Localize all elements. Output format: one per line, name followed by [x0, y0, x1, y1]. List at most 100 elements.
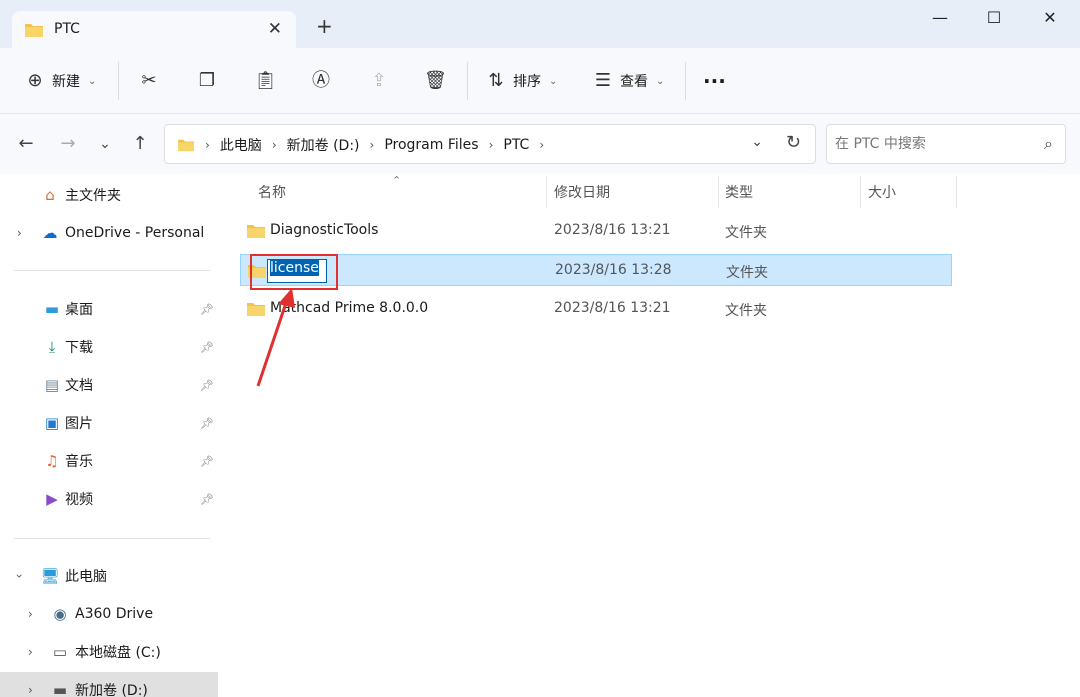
- chevron-right-icon: ›: [205, 138, 210, 152]
- file-type: 文件夹: [726, 265, 768, 281]
- sidebar-item-this-pc[interactable]: › 🖥︎ 此电脑: [0, 558, 218, 594]
- folder-icon: [246, 223, 266, 239]
- back-arrow-icon[interactable]: ←: [14, 132, 38, 156]
- sidebar-item-c-drive[interactable]: › ▭ 本地磁盘 (C:): [0, 634, 218, 670]
- tab-ptc[interactable]: PTC ✕: [12, 11, 296, 48]
- sidebar-item-label: A360 Drive: [75, 606, 154, 622]
- up-arrow-icon[interactable]: ↑: [128, 132, 152, 156]
- tab-title: PTC: [54, 21, 80, 37]
- pin-icon[interactable]: 📌︎: [200, 379, 214, 392]
- file-row[interactable]: DiagnosticTools 2023/8/16 13:21 文件夹: [240, 215, 952, 247]
- sidebar-divider: [14, 538, 210, 539]
- folder-icon: [24, 22, 44, 38]
- file-date: 2023/8/16 13:21: [554, 222, 671, 238]
- column-header-size[interactable]: 大小: [868, 182, 896, 212]
- view-button[interactable]: ☰ 查看 ⌄: [592, 66, 664, 96]
- sidebar-item-label: 文档: [65, 378, 93, 394]
- rename-input[interactable]: license: [267, 259, 327, 283]
- sidebar-item-label: 新加卷 (D:): [75, 683, 148, 697]
- sidebar-item-label: 桌面: [65, 302, 93, 318]
- chevron-right-icon[interactable]: ›: [272, 138, 277, 152]
- close-tab-icon[interactable]: ✕: [268, 19, 282, 39]
- sidebar-item-label: 主文件夹: [65, 188, 121, 204]
- maximize-button[interactable]: ☐: [974, 8, 1014, 30]
- file-type: 文件夹: [725, 303, 767, 319]
- breadcrumb-ptc[interactable]: PTC: [503, 137, 529, 153]
- title-bar: PTC ✕ + — ☐ ✕: [0, 0, 1080, 48]
- minimize-button[interactable]: —: [920, 8, 960, 30]
- column-header-date[interactable]: 修改日期: [554, 182, 610, 212]
- drive-icon: ▭: [52, 643, 68, 661]
- chevron-right-icon[interactable]: ›: [489, 138, 494, 152]
- chevron-right-icon[interactable]: ›: [370, 138, 375, 152]
- sidebar-item-label: 此电脑: [65, 569, 107, 585]
- pin-icon[interactable]: 📌︎: [200, 417, 214, 430]
- sidebar-item-documents[interactable]: ▤ 文档 📌︎: [0, 367, 218, 403]
- rename-button[interactable]: Ⓐ: [310, 66, 332, 96]
- paste-button[interactable]: 📋︎: [254, 66, 277, 96]
- view-icon: ☰: [594, 70, 612, 91]
- breadcrumb-d-drive[interactable]: 新加卷 (D:): [287, 135, 360, 155]
- toolbar-divider: [685, 62, 686, 100]
- file-list: 名称 ⌃ 修改日期 类型 大小 DiagnosticTools 2023/8/1…: [232, 174, 1080, 697]
- breadcrumb-program-files[interactable]: Program Files: [384, 137, 478, 153]
- download-icon: ⤓: [48, 338, 56, 356]
- file-date: 2023/8/16 13:21: [554, 300, 671, 316]
- delete-button[interactable]: 🗑︎: [424, 66, 447, 96]
- pictures-icon: ▣: [44, 414, 60, 432]
- file-row[interactable]: Mathcad Prime 8.0.0.0 2023/8/16 13:21 文件…: [240, 293, 952, 325]
- drive-icon: ▬: [52, 681, 68, 697]
- more-options-button[interactable]: ···: [703, 66, 726, 96]
- chevron-right-icon[interactable]: ›: [539, 138, 544, 152]
- sidebar-item-onedrive[interactable]: › ☁ OneDrive - Personal: [0, 215, 218, 251]
- column-header-name[interactable]: 名称: [258, 182, 286, 212]
- search-icon[interactable]: ⌕: [1044, 134, 1053, 154]
- copy-button[interactable]: ❐: [196, 66, 218, 96]
- cut-button[interactable]: ✂: [138, 66, 160, 96]
- chevron-right-icon[interactable]: ›: [28, 683, 33, 697]
- document-icon: ▤: [44, 376, 60, 394]
- sidebar-item-downloads[interactable]: ⤓ 下载 📌︎: [0, 329, 218, 365]
- chevron-right-icon[interactable]: ›: [17, 226, 22, 240]
- address-bar[interactable]: › 此电脑 › 新加卷 (D:) › Program Files › PTC ›…: [164, 124, 816, 164]
- home-icon: ⌂: [45, 186, 55, 204]
- sidebar-item-d-drive[interactable]: › ▬ 新加卷 (D:): [0, 672, 218, 697]
- breadcrumb-this-pc[interactable]: 此电脑: [220, 135, 262, 155]
- sidebar-item-videos[interactable]: ▶ 视频 📌︎: [0, 481, 218, 517]
- column-divider[interactable]: [546, 176, 547, 208]
- chevron-right-icon[interactable]: ›: [28, 607, 33, 621]
- recent-locations-chevron-icon[interactable]: ⌄: [93, 132, 117, 156]
- chevron-down-icon[interactable]: ›: [12, 574, 26, 579]
- sidebar-item-desktop[interactable]: ▬ 桌面 📌︎: [0, 291, 218, 327]
- column-divider[interactable]: [860, 176, 861, 208]
- forward-arrow-icon[interactable]: →: [56, 132, 80, 156]
- sort-button[interactable]: ⇅ 排序 ⌄: [485, 66, 557, 96]
- address-dropdown-icon[interactable]: ⌄: [751, 134, 763, 150]
- sidebar-item-home[interactable]: ⌂ 主文件夹: [0, 177, 218, 213]
- plus-circle-icon: ⊕: [27, 70, 43, 91]
- sidebar-item-music[interactable]: ♫ 音乐 📌︎: [0, 443, 218, 479]
- pin-icon[interactable]: 📌︎: [200, 303, 214, 316]
- new-button[interactable]: ⊕ 新建 ⌄: [24, 66, 96, 96]
- sidebar-item-pictures[interactable]: ▣ 图片 📌︎: [0, 405, 218, 441]
- column-divider[interactable]: [956, 176, 957, 208]
- chevron-right-icon[interactable]: ›: [28, 645, 33, 659]
- scissors-icon: ✂: [141, 70, 157, 91]
- pin-icon[interactable]: 📌︎: [200, 493, 214, 506]
- pin-icon[interactable]: 📌︎: [200, 455, 214, 468]
- column-divider[interactable]: [718, 176, 719, 208]
- chevron-down-icon: ⌄: [88, 75, 97, 87]
- share-button[interactable]: ⇪: [368, 66, 390, 96]
- a360-drive-icon: ◉: [53, 605, 67, 623]
- column-header-type[interactable]: 类型: [725, 182, 753, 212]
- music-icon: ♫: [45, 452, 59, 470]
- close-window-button[interactable]: ✕: [1030, 8, 1070, 30]
- file-date: 2023/8/16 13:28: [555, 262, 672, 278]
- command-bar: ⊕ 新建 ⌄ ✂ ❐ 📋︎ Ⓐ ⇪ 🗑︎ ⇅ 排序 ⌄ ☰ 查看 ⌄ ···: [0, 48, 1080, 114]
- refresh-icon[interactable]: ↻: [786, 132, 801, 153]
- new-tab-button[interactable]: +: [316, 16, 333, 36]
- file-row-selected[interactable]: license 2023/8/16 13:28 文件夹: [240, 254, 952, 286]
- sidebar-item-a360[interactable]: › ◉ A360 Drive: [0, 596, 218, 632]
- pin-icon[interactable]: 📌︎: [200, 341, 214, 354]
- search-input[interactable]: [835, 134, 1025, 154]
